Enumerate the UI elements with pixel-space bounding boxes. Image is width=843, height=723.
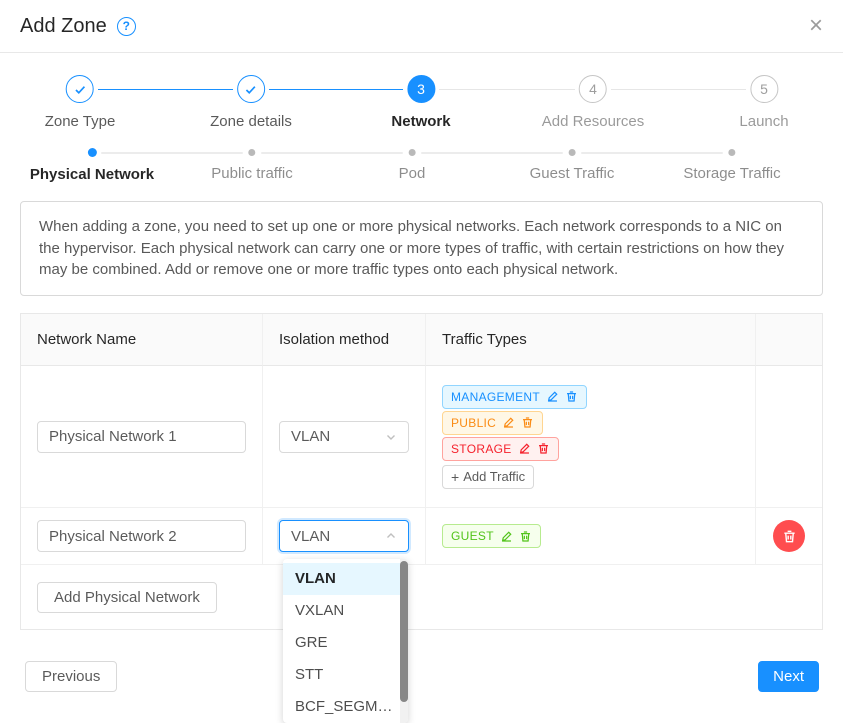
- steps-wizard: Zone Type Zone details 3 Network 4 Add R…: [0, 75, 843, 135]
- dropdown-option-vlan[interactable]: VLAN: [283, 563, 408, 595]
- table-row-1-isolation-cell: VLAN: [263, 366, 426, 508]
- edit-icon[interactable]: [500, 530, 513, 543]
- table-footer-row: Add Physical Network: [21, 565, 822, 629]
- step-circle: [237, 75, 265, 103]
- substep-public-traffic: Public traffic: [211, 148, 292, 182]
- table-row-1-traffic-cell: MANAGEMENT PUBLIC STORAGE Add Traffic: [426, 366, 756, 508]
- isolation-method-value: VLAN: [291, 428, 330, 445]
- edit-icon[interactable]: [546, 390, 559, 403]
- substep-label: Pod: [399, 165, 426, 182]
- substep-physical-network[interactable]: Physical Network: [30, 148, 154, 183]
- dropdown-scrollbar[interactable]: [400, 559, 408, 723]
- add-physical-network-button[interactable]: Add Physical Network: [37, 582, 217, 613]
- isolation-method-select-1[interactable]: VLAN: [279, 421, 409, 453]
- step-circle: [66, 75, 94, 103]
- dropdown-scrollbar-thumb[interactable]: [400, 561, 408, 702]
- step-circle: 3: [407, 75, 435, 103]
- traffic-tag-public: PUBLIC: [442, 411, 543, 435]
- step-network[interactable]: 3 Network: [391, 75, 450, 130]
- step-label: Zone Type: [45, 113, 116, 130]
- column-header-actions: [756, 314, 822, 366]
- dialog-title: Add Zone: [20, 15, 107, 38]
- substep-label: Public traffic: [211, 165, 292, 182]
- step-zone-details[interactable]: Zone details: [210, 75, 292, 130]
- dropdown-option-vxlan[interactable]: VXLAN: [283, 595, 408, 627]
- substep-pod: Pod: [399, 148, 426, 182]
- table-row-2-name-cell: [21, 508, 263, 565]
- question-circle-icon[interactable]: [117, 17, 136, 36]
- step-circle: 4: [579, 75, 607, 103]
- step-zone-type[interactable]: Zone Type: [45, 75, 116, 130]
- trash-icon[interactable]: [519, 530, 532, 543]
- substep-dot: [729, 149, 736, 156]
- column-header-traffic-types: Traffic Types: [426, 314, 756, 366]
- isolation-method-select-2[interactable]: VLAN: [279, 520, 409, 552]
- traffic-tag-guest: GUEST: [442, 524, 541, 548]
- substep-guest-traffic: Guest Traffic: [530, 148, 615, 182]
- traffic-tag-label: GUEST: [451, 529, 494, 543]
- traffic-tag-label: STORAGE: [451, 442, 512, 456]
- chevron-up-icon: [385, 530, 397, 542]
- add-traffic-label: Add Traffic: [463, 469, 525, 484]
- step-label: Launch: [739, 113, 788, 130]
- substep-dot: [568, 149, 575, 156]
- step-add-resources: 4 Add Resources: [542, 75, 645, 130]
- table-row-1-name-cell: [21, 366, 263, 508]
- edit-icon[interactable]: [518, 442, 531, 455]
- traffic-tag-label: MANAGEMENT: [451, 390, 540, 404]
- isolation-method-value: VLAN: [291, 528, 330, 545]
- dialog-header-left: Add Zone: [20, 15, 136, 38]
- close-icon[interactable]: [809, 14, 823, 38]
- table-row-1-action-cell: [756, 366, 822, 508]
- network-name-input-1[interactable]: [37, 421, 246, 453]
- network-name-input-2[interactable]: [37, 520, 246, 552]
- trash-icon[interactable]: [565, 390, 578, 403]
- edit-icon[interactable]: [502, 416, 515, 429]
- table-row-2-action-cell: [756, 508, 822, 565]
- dropdown-option-gre[interactable]: GRE: [283, 627, 408, 659]
- substep-dot: [88, 148, 97, 157]
- plus-icon: [451, 469, 459, 485]
- substep-dot: [408, 149, 415, 156]
- traffic-tag-label: PUBLIC: [451, 416, 496, 430]
- dropdown-option-stt[interactable]: STT: [283, 659, 408, 691]
- step-circle: 5: [750, 75, 778, 103]
- substep-label: Physical Network: [30, 166, 154, 183]
- traffic-tag-storage: STORAGE: [442, 437, 559, 461]
- step-launch: 5 Launch: [739, 75, 788, 130]
- substep-label: Guest Traffic: [530, 165, 615, 182]
- trash-icon: [782, 529, 797, 544]
- traffic-tag-management: MANAGEMENT: [442, 385, 587, 409]
- trash-icon[interactable]: [537, 442, 550, 455]
- previous-button[interactable]: Previous: [25, 661, 117, 692]
- substep-dot: [249, 149, 256, 156]
- column-header-network-name: Network Name: [21, 314, 263, 366]
- add-traffic-button[interactable]: Add Traffic: [442, 465, 534, 489]
- physical-networks-table: Network Name Isolation method Traffic Ty…: [20, 313, 823, 630]
- check-icon: [72, 82, 87, 97]
- trash-icon[interactable]: [521, 416, 534, 429]
- isolation-method-dropdown: VLAN VXLAN GRE STT BCF_SEGM…: [283, 559, 408, 723]
- column-header-isolation-method: Isolation method: [263, 314, 426, 366]
- table-row-2-isolation-cell: VLAN: [263, 508, 426, 565]
- chevron-down-icon: [385, 431, 397, 443]
- network-substeps: Physical Network Public traffic Pod Gues…: [0, 148, 843, 188]
- substep-storage-traffic: Storage Traffic: [683, 148, 780, 182]
- dialog-header: Add Zone: [0, 0, 843, 53]
- next-button[interactable]: Next: [758, 661, 819, 692]
- check-icon: [244, 82, 259, 97]
- step-label: Add Resources: [542, 113, 645, 130]
- dropdown-option-bcf-segment[interactable]: BCF_SEGM…: [283, 691, 408, 723]
- physical-network-info-text: When adding a zone, you need to set up o…: [20, 201, 823, 296]
- table-row-2-traffic-cell: GUEST: [426, 508, 756, 565]
- step-label: Zone details: [210, 113, 292, 130]
- delete-network-button[interactable]: [773, 520, 805, 552]
- step-label: Network: [391, 113, 450, 130]
- substep-label: Storage Traffic: [683, 165, 780, 182]
